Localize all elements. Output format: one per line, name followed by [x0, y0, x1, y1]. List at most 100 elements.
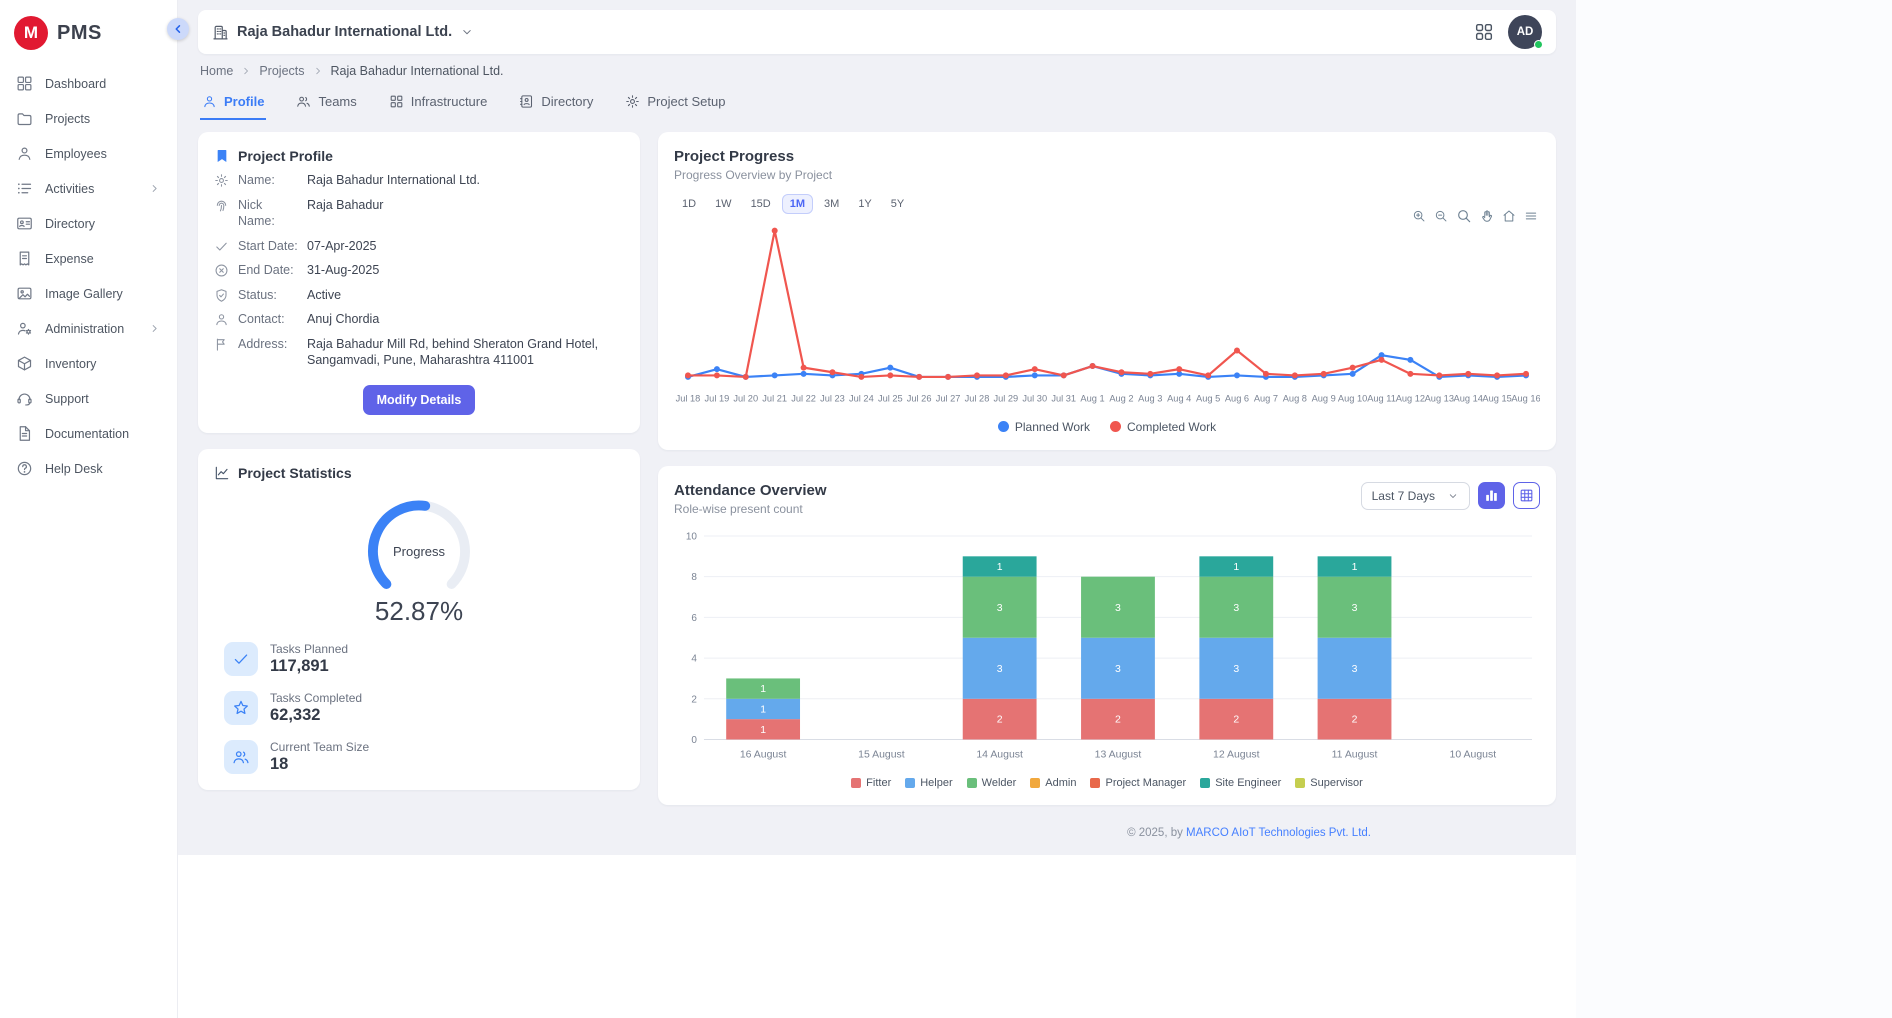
- table-view-button[interactable]: [1513, 482, 1540, 509]
- field-label: Contact:: [238, 311, 298, 328]
- employees-icon: [16, 145, 33, 162]
- bookmark-icon: [214, 148, 230, 164]
- breadcrumb-separator-icon: [240, 65, 252, 77]
- legend-item-site-engineer[interactable]: Site Engineer: [1200, 777, 1281, 789]
- range-1m-button[interactable]: 1M: [782, 194, 813, 214]
- range-15d-button[interactable]: 15D: [743, 194, 779, 214]
- legend-item-project-manager[interactable]: Project Manager: [1090, 777, 1186, 789]
- range-3m-button[interactable]: 3M: [816, 194, 847, 214]
- chart-menu-icon[interactable]: [1524, 209, 1538, 223]
- zoom-selection-icon[interactable]: [1456, 208, 1472, 224]
- company-name: Raja Bahadur International Ltd.: [237, 24, 452, 40]
- progress-line-chart[interactable]: Jul 18Jul 19Jul 20Jul 21Jul 22Jul 23Jul …: [674, 216, 1540, 416]
- tab-infrastructure[interactable]: Infrastructure: [387, 88, 490, 120]
- profile-field-nick-name: Nick Name:Raja Bahadur: [214, 197, 624, 230]
- sidebar-collapse-button[interactable]: [167, 18, 189, 40]
- avatar[interactable]: AD: [1508, 15, 1542, 49]
- attendance-bar-chart[interactable]: 024681011116 August15 August233114 Augus…: [674, 524, 1540, 775]
- range-5y-button[interactable]: 5Y: [883, 194, 912, 214]
- sidebar-item-projects[interactable]: Projects: [0, 101, 177, 136]
- svg-text:Jul 30: Jul 30: [1022, 394, 1047, 404]
- legend-item-supervisor[interactable]: Supervisor: [1295, 777, 1363, 789]
- legend-item-completed-work[interactable]: Completed Work: [1110, 420, 1216, 434]
- footer-text: © 2025, by: [1127, 827, 1186, 839]
- legend-item-fitter[interactable]: Fitter: [851, 777, 891, 789]
- breadcrumb-item-projects[interactable]: Projects: [259, 64, 304, 78]
- fingerprint-icon: [214, 198, 229, 213]
- tab-teams[interactable]: Teams: [294, 88, 358, 120]
- sidebar-item-administration[interactable]: Administration: [0, 311, 177, 346]
- documentation-icon: [16, 425, 33, 442]
- app-logo[interactable]: M PMS: [0, 12, 177, 66]
- zoom-out-icon[interactable]: [1434, 209, 1448, 223]
- sidebar-item-image-gallery[interactable]: Image Gallery: [0, 276, 177, 311]
- legend-item-planned-work[interactable]: Planned Work: [998, 420, 1090, 434]
- legend-item-welder[interactable]: Welder: [967, 777, 1017, 789]
- card-subtitle: Role-wise present count: [674, 502, 827, 516]
- svg-text:Jul 23: Jul 23: [820, 394, 845, 404]
- sidebar-item-label: Activities: [45, 182, 94, 196]
- sidebar-item-expense[interactable]: Expense: [0, 241, 177, 276]
- stat-value: 18: [270, 755, 369, 774]
- svg-text:Aug 9: Aug 9: [1312, 394, 1336, 404]
- svg-text:Jul 31: Jul 31: [1051, 394, 1076, 404]
- svg-text:2: 2: [691, 694, 697, 705]
- legend-swatch: [1295, 778, 1305, 788]
- field-value: 31-Aug-2025: [307, 262, 624, 279]
- sidebar-item-documentation[interactable]: Documentation: [0, 416, 177, 451]
- reset-zoom-icon[interactable]: [1502, 209, 1516, 223]
- gauge-label: Progress: [353, 544, 485, 559]
- progress-gauge: Progress: [353, 489, 485, 614]
- legend-item-admin[interactable]: Admin: [1030, 777, 1076, 789]
- sidebar-item-label: Dashboard: [45, 77, 106, 91]
- pan-icon[interactable]: [1480, 209, 1494, 223]
- svg-text:Jul 29: Jul 29: [993, 394, 1018, 404]
- svg-text:Aug 6: Aug 6: [1225, 394, 1249, 404]
- sidebar-item-employees[interactable]: Employees: [0, 136, 177, 171]
- svg-text:2: 2: [1352, 714, 1358, 725]
- profile-field-start-date: Start Date:07-Apr-2025: [214, 238, 624, 255]
- company-selector[interactable]: Raja Bahadur International Ltd.: [212, 24, 474, 41]
- header-right: AD: [1474, 15, 1542, 49]
- breadcrumb-item-home[interactable]: Home: [200, 64, 233, 78]
- profile-field-end-date: End Date:31-Aug-2025: [214, 262, 624, 279]
- sidebar-item-help-desk[interactable]: Help Desk: [0, 451, 177, 486]
- tab-label: Infrastructure: [411, 94, 488, 109]
- svg-text:0: 0: [691, 735, 697, 746]
- range-1y-button[interactable]: 1Y: [850, 194, 879, 214]
- apps-grid-icon[interactable]: [1474, 22, 1494, 42]
- range-1w-button[interactable]: 1W: [707, 194, 740, 214]
- field-value: Raja Bahadur International Ltd.: [307, 172, 624, 189]
- tab-profile[interactable]: Profile: [200, 88, 266, 120]
- tab-bar: Profile Teams Infrastructure Directory Proje…: [198, 86, 1556, 120]
- user-icon: [202, 94, 217, 109]
- svg-text:2: 2: [1233, 714, 1239, 725]
- field-label: Status:: [238, 287, 298, 304]
- sidebar-item-dashboard[interactable]: Dashboard: [0, 66, 177, 101]
- bar-view-button[interactable]: [1478, 482, 1505, 509]
- sidebar-item-activities[interactable]: Activities: [0, 171, 177, 206]
- legend-item-helper[interactable]: Helper: [905, 777, 952, 789]
- legend-swatch: [1200, 778, 1210, 788]
- range-1d-button[interactable]: 1D: [674, 194, 704, 214]
- chevron-right-icon: [148, 322, 161, 335]
- expense-icon: [16, 250, 33, 267]
- svg-text:2: 2: [997, 714, 1003, 725]
- project-progress-card: Project Progress Progress Overview by Pr…: [658, 132, 1556, 450]
- attendance-controls: Last 7 Days: [1361, 482, 1540, 510]
- right-column: Project Progress Progress Overview by Pr…: [658, 132, 1556, 839]
- tab-directory[interactable]: Directory: [517, 88, 595, 120]
- breadcrumb-item-raja-bahadur-international-ltd: Raja Bahadur International Ltd.: [331, 64, 504, 78]
- line-chart-legend: Planned Work Completed Work: [674, 420, 1540, 434]
- field-label: Name:: [238, 172, 298, 189]
- svg-text:1: 1: [997, 562, 1003, 573]
- sidebar-item-directory[interactable]: Directory: [0, 206, 177, 241]
- footer-company-link[interactable]: MARCO AIoT Technologies Pvt. Ltd.: [1186, 827, 1371, 839]
- sidebar-item-inventory[interactable]: Inventory: [0, 346, 177, 381]
- sidebar-item-support[interactable]: Support: [0, 381, 177, 416]
- gear-icon: [625, 94, 640, 109]
- days-filter-select[interactable]: Last 7 Days: [1361, 482, 1470, 510]
- zoom-in-icon[interactable]: [1412, 209, 1426, 223]
- modify-details-button[interactable]: Modify Details: [363, 385, 476, 415]
- tab-project-setup[interactable]: Project Setup: [623, 88, 727, 120]
